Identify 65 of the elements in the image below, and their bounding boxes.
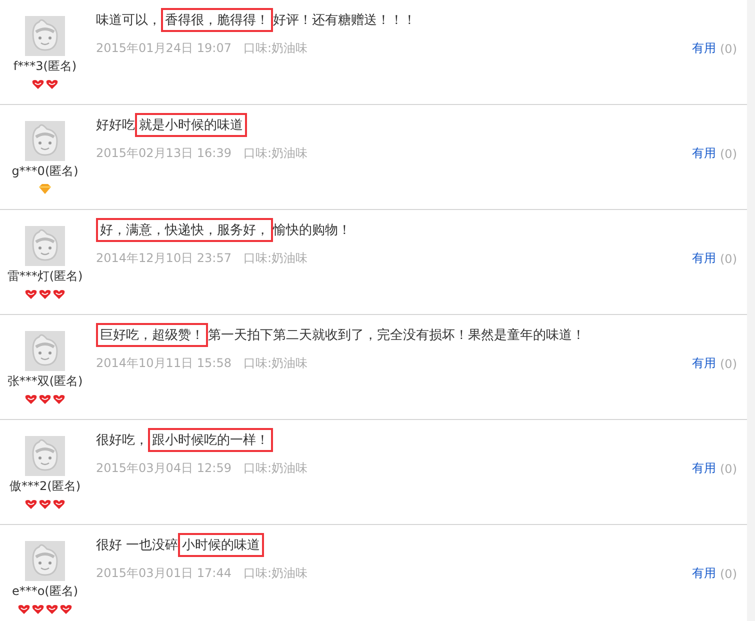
highlighted-comment-text: 小时候的味道 bbox=[178, 533, 264, 557]
comment-text: 第一天拍下第二天就收到了，完全没有损坏！果然是童年的味道！ bbox=[208, 327, 585, 344]
useful-link[interactable]: 有用 bbox=[692, 460, 716, 477]
heart-icon bbox=[25, 499, 37, 510]
heart-icon bbox=[32, 79, 44, 90]
heart-icon bbox=[39, 499, 51, 510]
review-date: 2015年03月04日 12:59 bbox=[96, 460, 232, 477]
useful-link[interactable]: 有用 bbox=[692, 250, 716, 267]
heart-icon bbox=[53, 499, 65, 510]
user-name: g***0(匿名) bbox=[12, 163, 78, 180]
review-date: 2015年01月24日 19:07 bbox=[96, 40, 232, 57]
heart-icon bbox=[25, 394, 37, 405]
avatar-icon bbox=[25, 16, 65, 56]
avatar-icon bbox=[25, 541, 65, 581]
heart-icon bbox=[39, 394, 51, 405]
useful-count: (0) bbox=[720, 42, 737, 56]
flavor-label: 口味:奶油味 bbox=[243, 40, 308, 57]
useful-count: (0) bbox=[720, 356, 737, 370]
useful-link[interactable]: 有用 bbox=[692, 145, 716, 162]
highlighted-comment-text: 好，满意，快递快，服务好， bbox=[96, 218, 273, 242]
heart-icon bbox=[53, 289, 65, 300]
heart-icon bbox=[53, 394, 65, 405]
user-name: e***o(匿名) bbox=[12, 583, 78, 600]
comment-text: 味道可以， bbox=[96, 12, 161, 29]
comment-text: 好好吃 bbox=[96, 117, 135, 134]
useful-link[interactable]: 有用 bbox=[692, 40, 716, 57]
review-date: 2014年10月11日 15:58 bbox=[96, 355, 232, 372]
comment-text: 好评！还有糖赠送！！！ bbox=[273, 12, 416, 29]
review-date: 2015年03月01日 17:44 bbox=[96, 565, 232, 582]
heart-icon bbox=[46, 79, 58, 90]
flavor-label: 口味:奶油味 bbox=[243, 460, 308, 477]
comment-text: 愉快的购物！ bbox=[273, 222, 351, 239]
heart-icon bbox=[39, 289, 51, 300]
diamond-icon bbox=[39, 184, 51, 194]
highlighted-comment-text: 香得很，脆得得！ bbox=[161, 8, 273, 32]
heart-icon bbox=[32, 604, 44, 615]
useful-count: (0) bbox=[720, 252, 737, 266]
highlighted-comment-text: 巨好吃，超级赞！ bbox=[96, 323, 208, 347]
useful-count: (0) bbox=[720, 462, 737, 476]
user-name: 雷***灯(匿名) bbox=[7, 268, 83, 285]
heart-icon bbox=[25, 289, 37, 300]
avatar-icon bbox=[25, 226, 65, 266]
avatar-icon bbox=[25, 121, 65, 161]
comment-text: 很好 一也没碎 bbox=[96, 537, 178, 554]
flavor-label: 口味:奶油味 bbox=[243, 355, 308, 372]
avatar-icon bbox=[25, 331, 65, 371]
review-date: 2014年12月10日 23:57 bbox=[96, 250, 232, 267]
avatar-icon bbox=[25, 436, 65, 476]
flavor-label: 口味:奶油味 bbox=[243, 565, 308, 582]
user-name: 张***双(匿名) bbox=[7, 373, 83, 390]
useful-count: (0) bbox=[720, 566, 737, 580]
useful-link[interactable]: 有用 bbox=[692, 355, 716, 372]
flavor-label: 口味:奶油味 bbox=[243, 250, 308, 267]
highlighted-comment-text: 跟小时候吃的一样！ bbox=[148, 428, 273, 452]
useful-link[interactable]: 有用 bbox=[692, 565, 716, 582]
highlighted-comment-text: 就是小时候的味道 bbox=[135, 113, 247, 137]
heart-icon bbox=[46, 604, 58, 615]
flavor-label: 口味:奶油味 bbox=[243, 145, 308, 162]
heart-icon bbox=[18, 604, 30, 615]
comment-text: 很好吃， bbox=[96, 432, 148, 449]
heart-icon bbox=[60, 604, 72, 615]
review-date: 2015年02月13日 16:39 bbox=[96, 145, 232, 162]
useful-count: (0) bbox=[720, 146, 737, 160]
user-name: 傲***2(匿名) bbox=[10, 478, 80, 495]
user-name: f***3(匿名) bbox=[13, 58, 77, 75]
